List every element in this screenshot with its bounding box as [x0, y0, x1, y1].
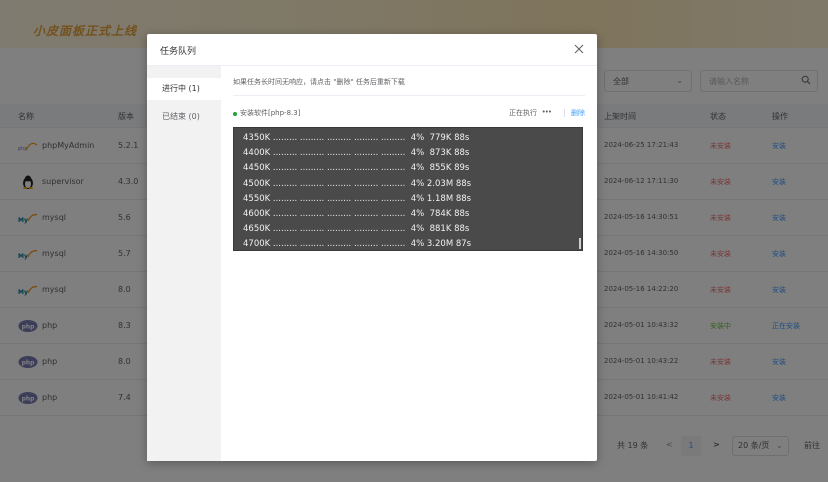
divider — [564, 109, 565, 117]
task-name: 安装软件[php-8.3] — [240, 109, 301, 117]
console-line: 4700K ......... ......... ......... ....… — [243, 239, 472, 250]
tab-in-progress[interactable]: 进行中 (1) — [147, 78, 221, 100]
task-log-console[interactable]: 4350K ......... ......... ......... ....… — [233, 127, 583, 251]
task-status-dot-icon — [233, 112, 237, 116]
dialog-title: 任务队列 — [160, 47, 197, 57]
console-line: 4350K ......... ......... ......... ....… — [243, 133, 470, 143]
task-item-header: 安装软件[php-8.3] 正在执行 ••• 删除 — [233, 108, 585, 122]
tab-finished[interactable]: 已结束 (0) — [147, 106, 221, 128]
delete-task-button[interactable]: 删除 — [571, 108, 585, 118]
task-queue-dialog: 任务队列 进行中 (1) 已结束 (0) 如果任务长时间无响应，请点击 "删除"… — [147, 34, 597, 461]
task-panel: 如果任务长时间无响应，请点击 "删除" 任务后重新下载 安装软件[php-8.3… — [221, 66, 597, 461]
close-icon[interactable] — [573, 43, 585, 55]
console-line: 4450K ......... ......... ......... ....… — [243, 163, 470, 174]
dialog-header: 任务队列 — [147, 34, 597, 66]
console-scrollbar[interactable] — [579, 238, 581, 249]
console-line: 4600K ......... ......... ......... ....… — [243, 208, 470, 219]
loading-dots-icon: ••• — [541, 108, 552, 116]
console-line: 4500K ......... ......... ......... ....… — [243, 178, 472, 189]
task-tabs: 进行中 (1) 已结束 (0) — [147, 66, 221, 461]
task-status: 正在执行 — [509, 109, 537, 117]
notice-text: 如果任务长时间无响应，请点击 "删除" 任务后重新下载 — [233, 77, 585, 96]
console-line: 4550K ......... ......... ......... ....… — [243, 193, 472, 204]
console-line: 4400K ......... ......... ......... ....… — [243, 148, 470, 159]
console-line: 4650K ......... ......... ......... ....… — [243, 224, 470, 235]
